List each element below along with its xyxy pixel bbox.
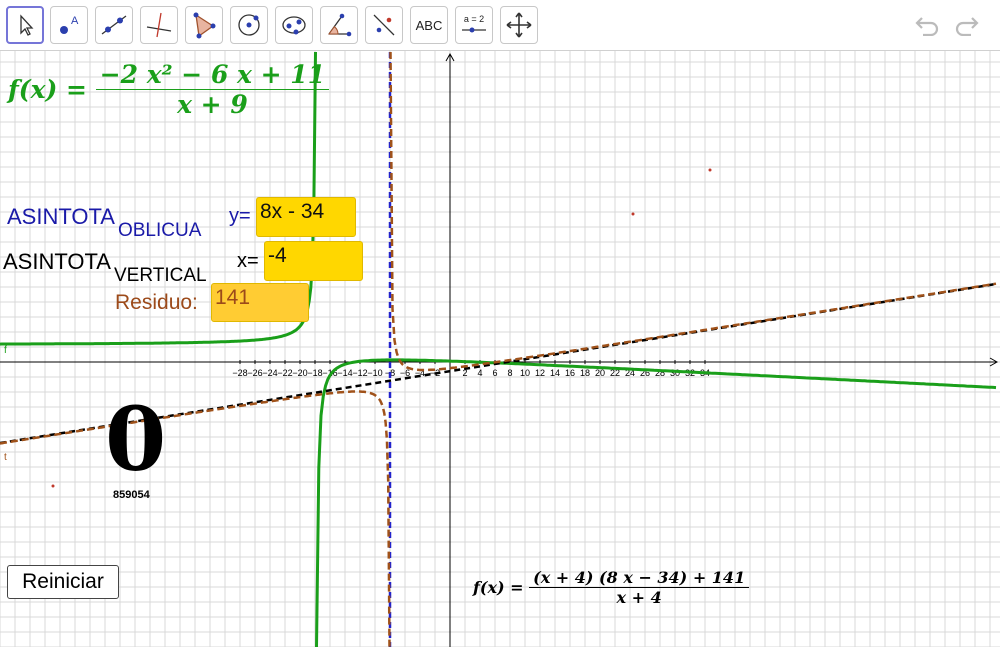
circle-tool[interactable] (230, 6, 268, 44)
point-marker[interactable] (51, 484, 55, 488)
oblique-eq-label: y= (229, 205, 251, 227)
main-formula-denominator: x + 9 (177, 90, 248, 119)
small-number: 859054 (113, 489, 150, 501)
angle-tool[interactable] (320, 6, 358, 44)
point-marker[interactable] (631, 212, 635, 216)
bottom-formula-numerator: (x + 4) (8 x − 34) + 141 (529, 568, 750, 588)
move-graphics-icon (506, 12, 532, 38)
point-tool[interactable]: A (50, 6, 88, 44)
grid (0, 51, 1000, 647)
line-icon (101, 15, 127, 35)
perpendicular-tool[interactable] (140, 6, 178, 44)
x-tick-label: −24 (262, 368, 277, 378)
residuo-label: Residuo: (115, 291, 198, 314)
slider-icon: a = 2 (462, 14, 486, 33)
bottom-formula-denominator: x + 4 (616, 588, 662, 607)
graphics-view[interactable]: −28−26−24−22−20−18−16−14−12−10−8−6−4−224… (0, 51, 1000, 647)
reflect-icon (373, 14, 395, 36)
redo-icon[interactable] (952, 14, 980, 36)
reflect-tool[interactable] (365, 6, 403, 44)
main-formula: f(x) = −2 x² − 6 x + 11 x + 9 (8, 60, 330, 119)
x-tick-label: −28 (232, 368, 247, 378)
slider-tool-label: a = 2 (464, 14, 484, 24)
move-tool[interactable] (6, 6, 44, 44)
point-icon: A (60, 15, 79, 34)
oblique-value-field[interactable]: 8x - 34 (256, 197, 356, 237)
slider-tool[interactable]: a = 2 (455, 6, 493, 44)
move-view-tool[interactable] (500, 6, 538, 44)
x-tick-label: −6 (400, 368, 410, 378)
cursor-arrow-icon (20, 14, 34, 36)
vertical-value-field[interactable]: -4 (264, 241, 363, 281)
big-number: 0 (105, 387, 167, 491)
point-tool-label: A (71, 15, 79, 27)
x-tick-label: −14 (337, 368, 352, 378)
x-tick-label: 20 (595, 368, 605, 378)
oblique-asymptote-label: ASINTOTAOBLICUA (7, 204, 201, 241)
x-tick-label: 6 (492, 368, 497, 378)
undo-icon[interactable] (914, 14, 942, 36)
polygon-tool[interactable] (185, 6, 223, 44)
x-tick-label: 4 (477, 368, 482, 378)
ellipse-tool[interactable] (275, 6, 313, 44)
text-tool-label: ABC (415, 17, 443, 33)
circle-icon (238, 14, 260, 36)
x-tick-label: −10 (367, 368, 382, 378)
bottom-formula: f(x) = (x + 4) (8 x − 34) + 141 x + 4 (473, 568, 750, 607)
vertical-asymptote-label: ASINTOTAVERTICAL (3, 249, 207, 286)
x-tick-label: −12 (352, 368, 367, 378)
vertical-label-main: ASINTOTA (3, 249, 111, 274)
bottom-formula-lhs: f(x) = (473, 578, 524, 597)
main-formula-numerator: −2 x² − 6 x + 11 (95, 60, 330, 90)
angle-icon (328, 13, 352, 37)
main-formula-lhs: f(x) = (8, 75, 87, 104)
reiniciar-button[interactable]: Reiniciar (7, 565, 119, 599)
ellipse-icon (282, 16, 306, 35)
x-tick-label: 16 (565, 368, 575, 378)
toolbar: A ABC a = 2 (0, 0, 1000, 51)
oblique-label-main: ASINTOTA (7, 204, 115, 229)
x-tick-label: −22 (277, 368, 292, 378)
oblique-label-sub: OBLICUA (117, 220, 202, 241)
curve-label-t: t (4, 452, 7, 463)
text-tool[interactable]: ABC (410, 6, 448, 44)
x-tick-label: 8 (507, 368, 512, 378)
point-marker[interactable] (708, 168, 712, 172)
main-formula-fraction: −2 x² − 6 x + 11 x + 9 (95, 60, 330, 119)
x-tick-label: 12 (535, 368, 545, 378)
x-tick-label: −26 (247, 368, 262, 378)
x-tick-label: 10 (520, 368, 530, 378)
x-tick-label: −18 (307, 368, 322, 378)
x-tick-label: 18 (580, 368, 590, 378)
line-tool[interactable] (95, 6, 133, 44)
perpendicular-line-icon (146, 12, 172, 38)
curve-label-f: f (4, 345, 7, 356)
polygon-icon (193, 12, 216, 39)
function-t-right-branch[interactable] (389, 51, 997, 372)
bottom-formula-fraction: (x + 4) (8 x − 34) + 141 x + 4 (529, 568, 750, 607)
vertical-eq-label: x= (237, 250, 259, 272)
curves (0, 51, 997, 647)
residuo-value-field[interactable]: 141 (211, 283, 309, 322)
x-tick-label: −20 (292, 368, 307, 378)
x-tick-label: 30 (670, 368, 680, 378)
vertical-label-sub: VERTICAL (113, 265, 207, 286)
x-tick-label: 14 (550, 368, 560, 378)
